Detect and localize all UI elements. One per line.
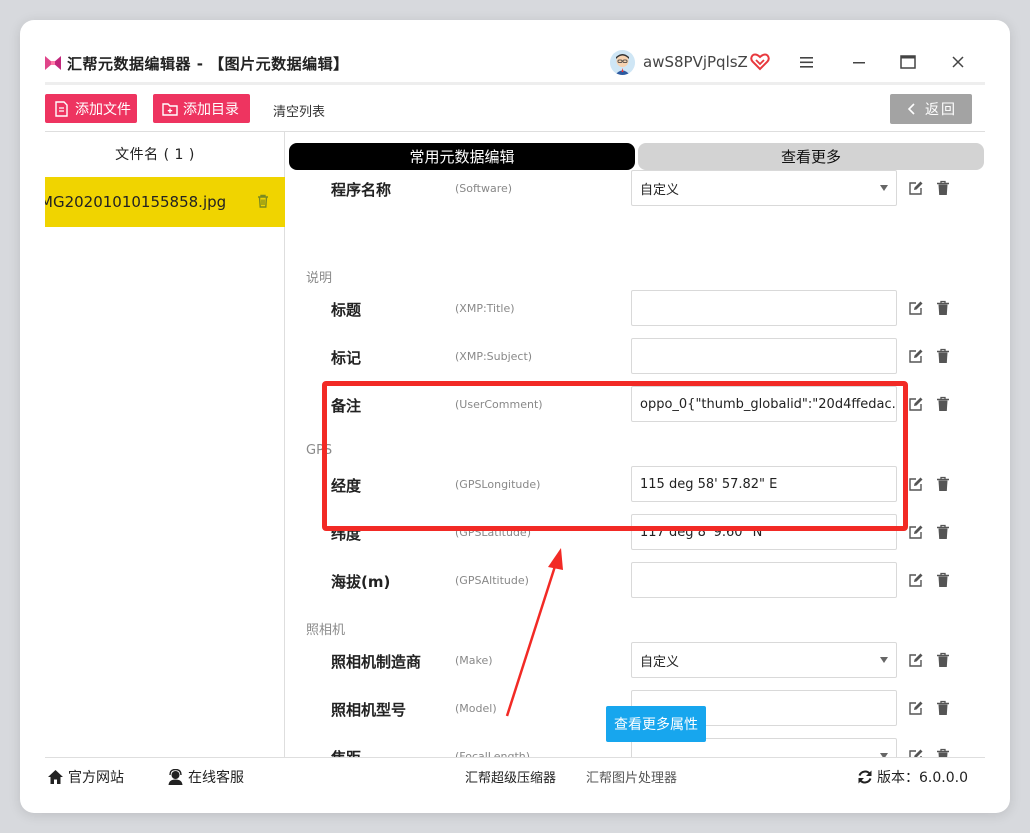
trash-icon[interactable]: [936, 476, 950, 492]
back-label: 返回: [925, 102, 957, 118]
subject-input[interactable]: [631, 338, 897, 374]
row-key-title: (XMP:Title): [455, 302, 515, 315]
avatar[interactable]: [610, 50, 635, 75]
tab-view-more[interactable]: 查看更多: [638, 143, 984, 170]
trash-icon[interactable]: [936, 348, 950, 364]
back-button[interactable]: 返回: [890, 94, 972, 124]
trash-icon[interactable]: [936, 300, 950, 316]
edit-icon[interactable]: [908, 652, 924, 668]
trash-icon[interactable]: [936, 572, 950, 588]
trash-icon[interactable]: [936, 180, 950, 196]
add-directory-button[interactable]: 添加目录: [153, 94, 250, 123]
row-key-model: (Model): [455, 702, 497, 715]
row-label-title: 标题: [331, 301, 362, 319]
trash-icon[interactable]: [936, 652, 950, 668]
title-bar: 汇帮元数据编辑器 - 【图片元数据编辑】 awS8PVjPqlsZ: [45, 40, 985, 82]
view-more-properties-button[interactable]: 查看更多属性: [606, 706, 706, 742]
edit-icon[interactable]: [908, 748, 924, 757]
refresh-icon: [858, 770, 872, 784]
user-avatar-icon: [610, 50, 635, 75]
altitude-input[interactable]: [631, 562, 897, 598]
trash-icon[interactable]: [936, 524, 950, 540]
version-info[interactable]: 版本：6.0.0.0: [857, 767, 968, 787]
row-label-subject: 标记: [331, 349, 362, 367]
minimize-icon[interactable]: [849, 52, 869, 72]
software-value: 自定义: [640, 182, 680, 198]
footer: 官方网站 在线客服 汇帮超级压缩器 汇帮图片处理器 版本：6.0.0.0: [45, 758, 985, 795]
version-label: 版本：6.0.0.0: [877, 770, 968, 786]
file-list-header: 文件名 ( 1 ): [115, 147, 195, 163]
edit-icon[interactable]: [908, 700, 924, 716]
customer-service-icon: [168, 769, 183, 785]
row-label-software: 程序名称: [331, 181, 392, 199]
online-service-link[interactable]: 在线客服: [167, 767, 244, 787]
section-camera: 照相机: [306, 623, 346, 638]
edit-icon[interactable]: [908, 396, 924, 412]
tab-common-metadata[interactable]: 常用元数据编辑: [289, 143, 635, 170]
clear-list-button[interactable]: 清空列表: [273, 101, 325, 120]
title-divider: [45, 82, 985, 85]
edit-icon[interactable]: [908, 476, 924, 492]
toolbar: 添加文件 添加目录 清空列表 返回: [45, 92, 985, 126]
official-website-link[interactable]: 官方网站: [47, 767, 124, 787]
trash-icon[interactable]: [936, 700, 950, 716]
edit-icon[interactable]: [908, 348, 924, 364]
file-name: MG20201010155858.jpg: [45, 193, 227, 211]
compressor-link[interactable]: 汇帮超级压缩器: [465, 767, 556, 786]
chevron-down-icon: [880, 185, 888, 191]
official-website-label: 官方网站: [68, 770, 124, 786]
image-tool-link[interactable]: 汇帮图片处理器: [586, 767, 677, 786]
row-key-focal-length: (FocalLength): [455, 750, 531, 757]
username[interactable]: awS8PVjPqlsZ: [643, 53, 748, 71]
chevron-left-icon: [907, 103, 915, 115]
row-label-model: 照相机型号: [331, 701, 407, 719]
file-list-item[interactable]: MG20201010155858.jpg: [45, 177, 285, 227]
row-label-altitude: 海拔(m): [331, 573, 391, 591]
software-select[interactable]: 自定义: [631, 170, 897, 206]
chevron-down-icon: [880, 657, 888, 663]
add-directory-label: 添加目录: [183, 101, 239, 118]
make-value: 自定义: [640, 654, 680, 670]
trash-icon[interactable]: [936, 748, 950, 757]
maximize-icon[interactable]: [898, 52, 918, 72]
menu-icon[interactable]: [797, 52, 817, 72]
file-list-panel: 文件名 ( 1 ) MG20201010155858.jpg: [45, 132, 285, 757]
vip-heart-icon[interactable]: [750, 52, 770, 72]
close-icon[interactable]: [948, 52, 968, 72]
row-key-make: (Make): [455, 654, 493, 667]
app-title: 汇帮元数据编辑器 - 【图片元数据编辑】: [67, 55, 349, 73]
edit-icon[interactable]: [908, 180, 924, 196]
app-logo-icon: [45, 56, 61, 70]
row-key-subject: (XMP:Subject): [455, 350, 533, 363]
row-key-software: (Software): [455, 182, 513, 195]
edit-icon[interactable]: [908, 300, 924, 316]
section-description: 说明: [306, 271, 333, 286]
add-file-button[interactable]: 添加文件: [45, 94, 137, 123]
online-service-label: 在线客服: [188, 770, 244, 786]
make-select[interactable]: 自定义: [631, 642, 897, 678]
home-icon: [48, 770, 63, 784]
row-label-make: 照相机制造商: [331, 653, 422, 671]
add-folder-icon: [162, 102, 178, 116]
trash-icon[interactable]: [936, 396, 950, 412]
gps-highlight-box: [322, 381, 908, 531]
row-key-altitude: (GPSAltitude): [455, 574, 529, 587]
add-file-icon: [55, 100, 68, 117]
edit-icon[interactable]: [908, 572, 924, 588]
app-window: 汇帮元数据编辑器 - 【图片元数据编辑】 awS8PVjPqlsZ 添加文件 添…: [45, 40, 985, 795]
edit-icon[interactable]: [908, 524, 924, 540]
trash-icon[interactable]: [255, 193, 271, 209]
title-input[interactable]: [631, 290, 897, 326]
row-label-focal-length: 焦距: [331, 747, 361, 757]
add-file-label: 添加文件: [75, 101, 131, 118]
